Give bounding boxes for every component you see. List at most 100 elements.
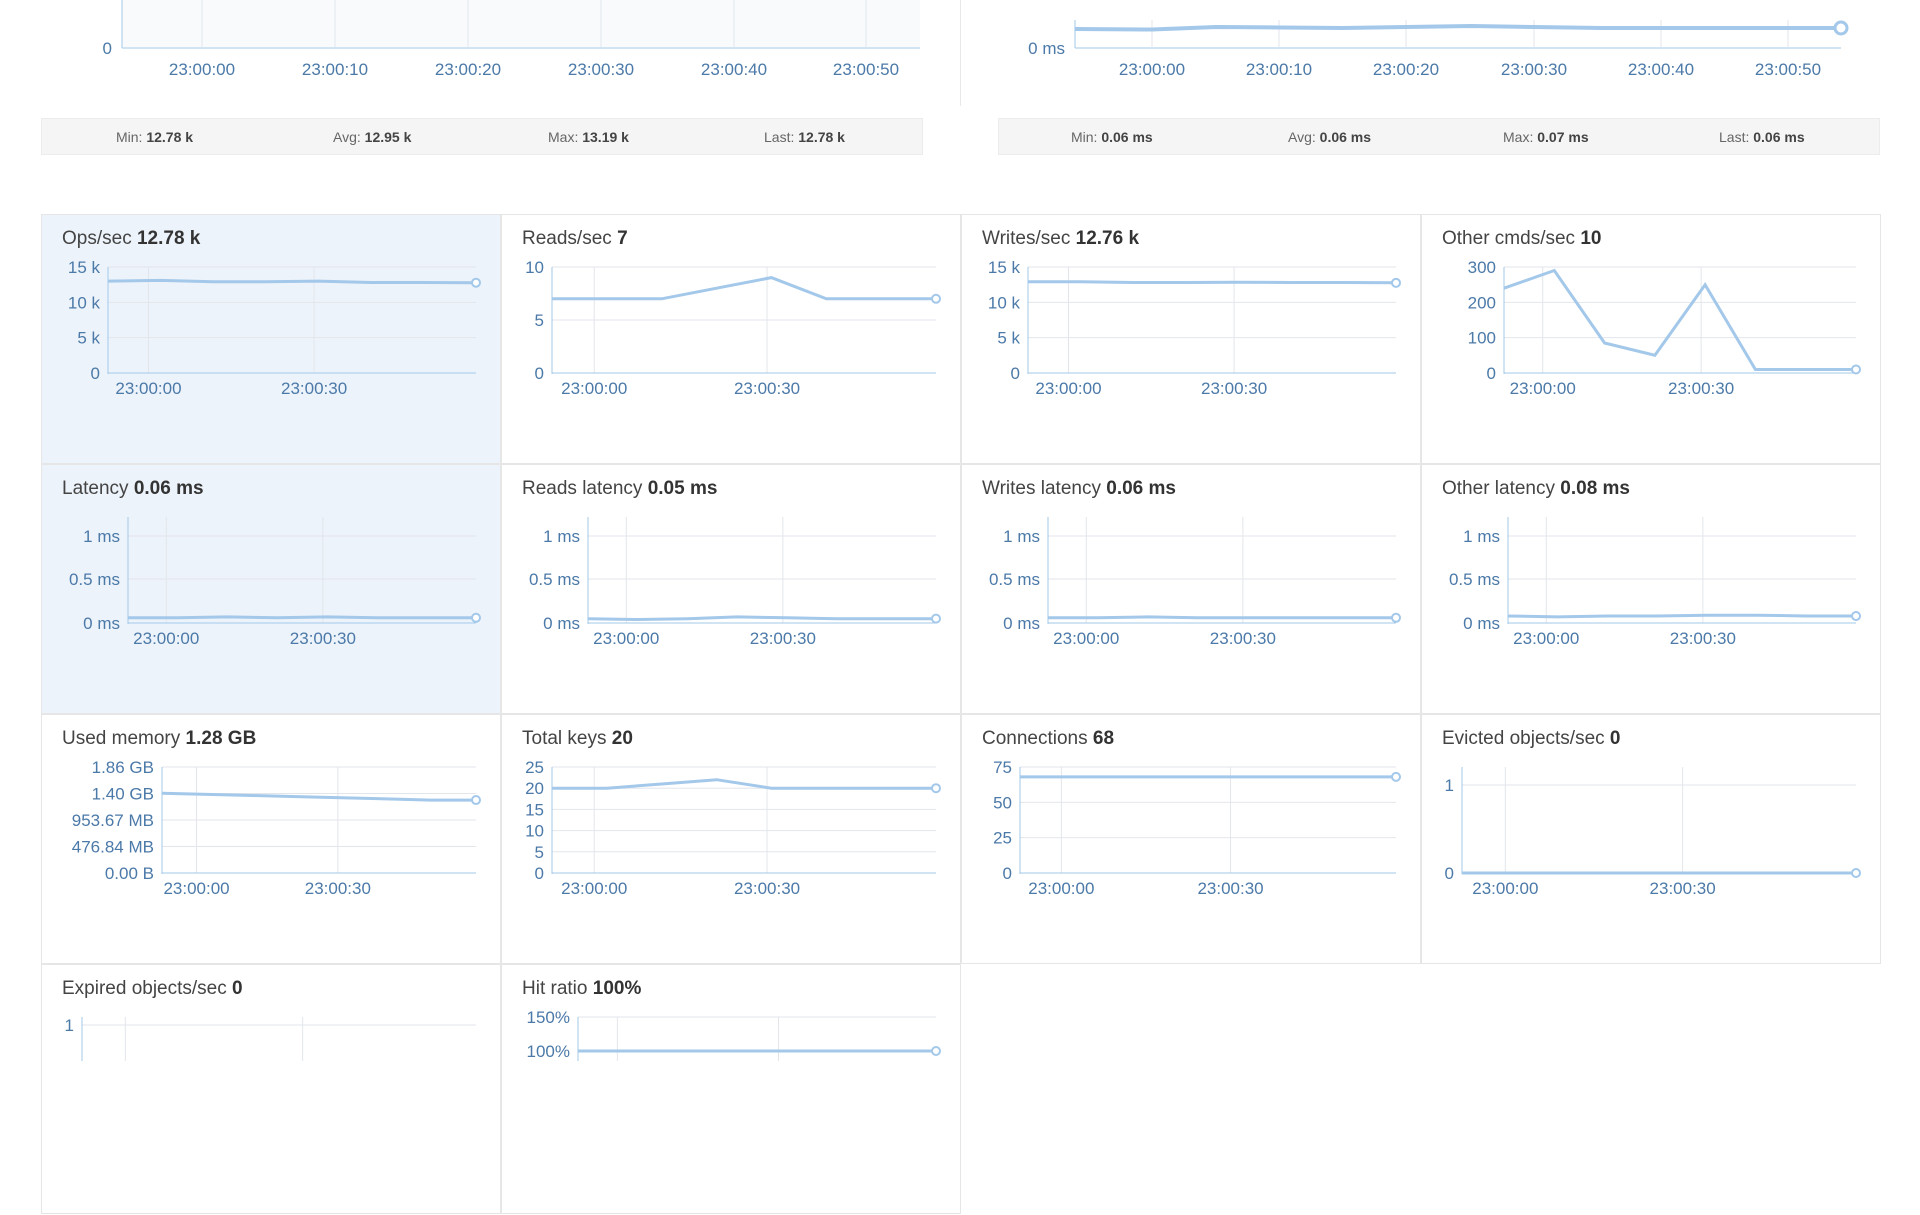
series-line [161,791,476,802]
y-tick-label: 0 [103,39,112,58]
panel-reads-latency[interactable]: Reads latency 0.05 ms 1 ms 0.5 ms 0 ms 23:00… [501,464,961,714]
y-tick-label: 75 [993,758,1012,777]
series-line [1028,280,1397,285]
y-tick-label: 5 [535,311,544,330]
y-tick-label: 0 [535,364,544,383]
y-tick-label: 0 ms [543,614,580,633]
y-tick-label: 953.67 MB [72,811,154,830]
series-line [1048,615,1396,620]
x-tick-label: 23:00:30 [1650,879,1716,898]
panel-plot: 300 200 100 0 23:00:00 23:00:30 [1468,258,1861,398]
stat-min: Min: 0.06 ms [1071,129,1153,145]
x-tick-label: 23:00:30 [1201,379,1267,398]
panel-hit-ratio[interactable]: Hit ratio 100% 150% 100% [501,964,961,1214]
panel-total-keys[interactable]: Total keys 20 25 20 15 10 5 0 23:00:00 23:00:30 [501,714,961,964]
panel-latency[interactable]: Latency 0.06 ms 1 ms 0.5 ms 0 ms 23:00:00 23:… [41,464,501,714]
y-tick-label: 1 [65,1016,74,1035]
x-tick-label: 23:00:30 [1197,879,1263,898]
panel-expired-objects[interactable]: Expired objects/sec 01 [41,964,501,1214]
y-tick-label: 5 [535,843,544,862]
x-tick-label: 23:00:00 [1510,379,1576,398]
ops-stats-bar: Min: 12.78 k Avg: 12.95 k Max: 13.19 k L… [41,118,923,155]
panel-plot: 1 ms 0.5 ms 0 ms 23:00:00 23:00:30 [529,517,941,648]
panel-connections[interactable]: Connections 68 75 50 25 0 23:00:00 23:00:30 [961,714,1421,964]
y-tick-label: 0 [91,364,100,383]
latency-stats-bar: Min: 0.06 ms Avg: 0.06 ms Max: 0.07 ms L… [998,118,1880,155]
series-line [107,278,477,285]
y-tick-label: 50 [993,793,1012,812]
y-tick-label: 10 k [68,293,101,312]
x-tick-label: 23:00:10 [1246,60,1312,79]
y-tick-label: 0 ms [83,614,120,633]
y-tick-label: 0 ms [1028,39,1065,58]
panel-plot: 1 ms 0.5 ms 0 ms 23:00:00 23:00:30 [989,517,1401,648]
panel-other-latency[interactable]: Other latency 0.08 ms 1 ms 0.5 ms 0 ms 23:00… [1421,464,1881,714]
panel-writes-sec[interactable]: Writes/sec 12.76 k 15 k 10 k5 k 0 23:00:00 23… [961,214,1421,464]
ops-overview-chart: 0 23:00:00 23:00:10 23:00:20 23:00:30 23… [0,0,960,108]
series-line [587,615,936,622]
x-tick-label: 23:00:00 [1053,629,1119,648]
panel-plot: 1.86 GB 1.40 GB 953.67 MB 476.84 MB 0.00 B 23… [72,758,481,898]
panel-plot: 1 0 23:00:00 23:00:30 [1445,767,1861,898]
x-tick-label: 23:00:00 [115,379,181,398]
x-tick-label: 23:00:20 [435,60,501,79]
y-tick-label: 15 k [988,258,1021,277]
y-tick-label: 0.5 ms [529,570,580,589]
y-tick-label: 0 [1003,864,1012,883]
stat-last: Last: 12.78 k [764,129,845,145]
x-tick-label: 23:00:30 [734,379,800,398]
series-line [552,276,936,301]
x-tick-label: 23:00:00 [1119,60,1185,79]
series-line [1507,613,1856,619]
y-tick-label: 1 [1445,776,1454,795]
panel-plot: 1 ms 0.5 ms 0 ms 23:00:00 23:00:30 [69,517,481,648]
y-tick-label: 0.00 B [105,864,154,883]
last-point-marker [1833,20,1849,36]
y-tick-label: 300 [1468,258,1496,277]
y-tick-label: 0 ms [1003,614,1040,633]
y-tick-label: 1 ms [1003,527,1040,546]
stat-avg: Avg: 0.06 ms [1288,129,1372,145]
panel-other-cmds-sec[interactable]: Other cmds/sec 10 300 200 100 0 23:00:00 23:00… [1421,214,1881,464]
y-tick-label: 10 [525,822,544,841]
x-tick-label: 23:00:30 [281,379,347,398]
y-tick-label: 10 k [988,293,1021,312]
y-tick-label: 1 ms [1463,527,1500,546]
y-tick-label: 0.5 ms [989,570,1040,589]
last-point-marker [471,795,481,806]
x-tick-label: 23:00:30 [734,879,800,898]
panel-writes-latency[interactable]: Writes latency 0.06 ms 1 ms 0.5 ms 0 ms 23:0… [961,464,1421,714]
x-tick-label: 23:00:00 [593,629,659,648]
panel-plot: 25 20 15 10 5 0 23:00:00 23:00:30 [525,758,941,898]
y-tick-label: 200 [1468,293,1496,312]
y-tick-label: 1.86 GB [92,758,154,777]
x-tick-label: 23:00:00 [561,879,627,898]
x-tick-label: 23:00:00 [1028,879,1094,898]
stat-max: Max: 0.07 ms [1503,129,1589,145]
panel-plot: 1 ms 0.5 ms 0 ms 23:00:00 23:00:30 [1449,517,1861,648]
latency-overview-line [1074,23,1841,32]
panel-ops-sec[interactable]: Ops/sec 12.78 k 15 k 10 k5 k 0 23:00:00 23:00… [41,214,501,464]
y-tick-label: 15 [525,800,544,819]
stat-max: Max: 13.19 k [548,129,629,145]
y-tick-label: 5 k [997,329,1020,348]
panel-evicted-objects[interactable]: Evicted objects/sec 0 1 0 23:00:00 23:00:30 [1421,714,1881,964]
stat-avg: Avg: 12.95 k [333,129,412,145]
y-tick-label: 150% [527,1008,570,1027]
x-tick-label: 23:00:30 [305,879,371,898]
panel-plot: 150% 100% [527,1008,941,1061]
x-tick-label: 23:00:20 [1373,60,1439,79]
latency-overview-plot: 0 ms 23:00:00 23:00:10 23:00:20 23:00:30… [1028,20,1849,79]
panel-used-memory[interactable]: Used memory 1.28 GB 1.86 GB 1.40 GB 953.67 … [41,714,501,964]
y-tick-label: 100% [527,1042,570,1061]
last-point-marker [1851,611,1861,622]
series-line [1503,268,1856,371]
panel-reads-sec[interactable]: Reads/sec 7 10 5 0 23:00:00 23:00:30 [501,214,961,464]
x-tick-label: 23:00:00 [163,879,229,898]
y-tick-label: 0 [1445,864,1454,883]
ops-overview-plot: 0 23:00:00 23:00:10 23:00:20 23:00:30 23… [103,0,920,79]
y-tick-label: 0 [1487,364,1496,383]
x-tick-label: 23:00:00 [1035,379,1101,398]
series-line [128,615,476,620]
y-tick-label: 0.5 ms [69,570,120,589]
